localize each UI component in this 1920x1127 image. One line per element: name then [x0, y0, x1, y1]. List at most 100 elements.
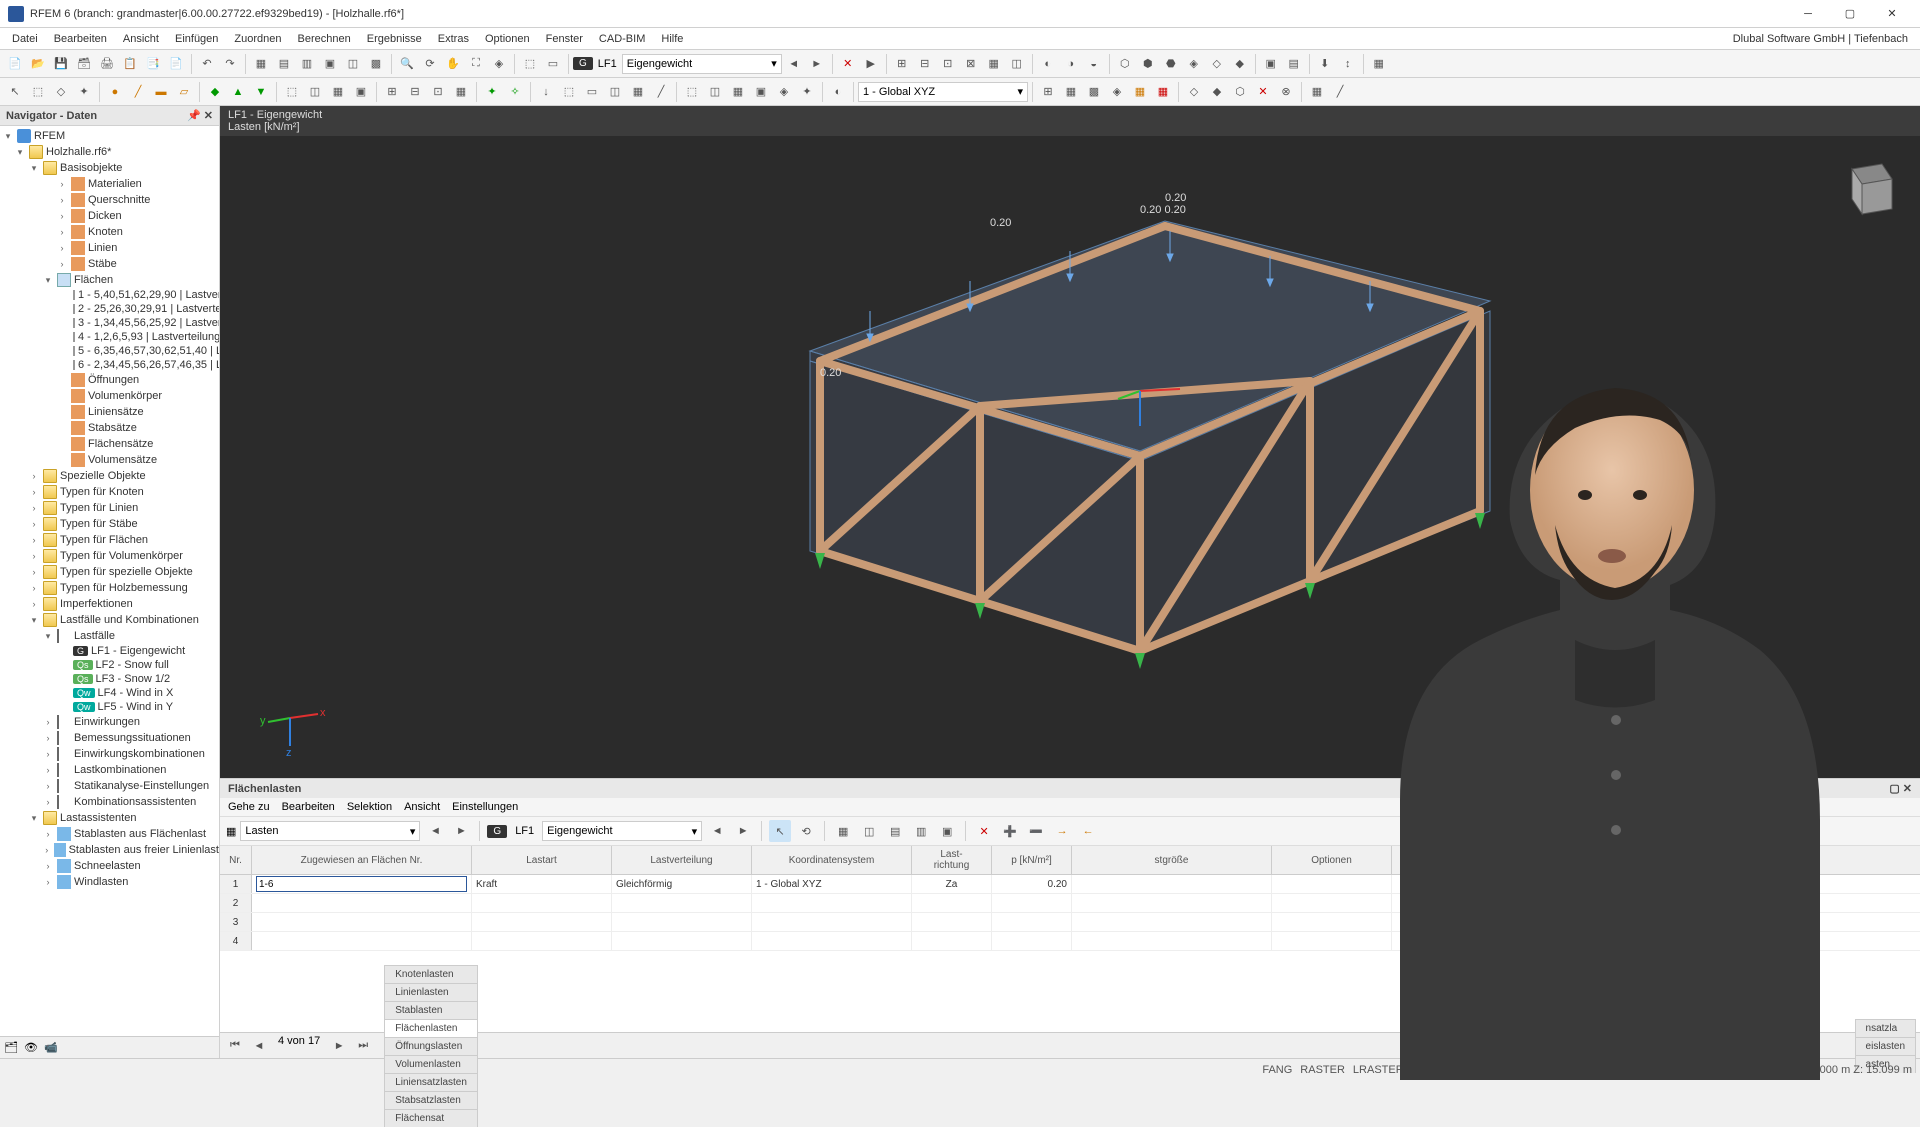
- table-tab[interactable]: eislasten: [1855, 1037, 1916, 1055]
- col-lastvert[interactable]: Lastverteilung: [612, 846, 752, 874]
- table-row[interactable]: 2: [220, 894, 1920, 913]
- t15-icon[interactable]: ◆: [1229, 53, 1251, 75]
- copy-icon[interactable]: 📄: [165, 53, 187, 75]
- col-dir[interactable]: Last- richtung: [912, 846, 992, 874]
- tree-item[interactable]: 4 - 1,2,6,5,93 | Lastverteilung | Eb: [0, 330, 219, 344]
- w2-icon[interactable]: ◆: [1206, 81, 1228, 103]
- assign-input[interactable]: [256, 876, 467, 892]
- table-tab[interactable]: Flächensat: [384, 1109, 478, 1127]
- s6-icon[interactable]: ✦: [796, 81, 818, 103]
- t7-icon[interactable]: ◐: [1037, 53, 1059, 75]
- tree-item[interactable]: 5 - 6,35,46,57,30,62,51,40 | Lastve: [0, 344, 219, 358]
- tree-item[interactable]: Flächensätze: [0, 436, 219, 452]
- w5-icon[interactable]: ⊗: [1275, 81, 1297, 103]
- surf-icon[interactable]: ▱: [173, 81, 195, 103]
- table-menu-goto[interactable]: Gehe zu: [228, 801, 270, 813]
- nav-close-icon[interactable]: ✕: [204, 110, 213, 122]
- table-menu-sel[interactable]: Selektion: [347, 801, 392, 813]
- tree-item[interactable]: Volumenkörper: [0, 388, 219, 404]
- r6-icon[interactable]: ╱: [650, 81, 672, 103]
- tb5-icon[interactable]: ▣: [936, 820, 958, 842]
- s3-icon[interactable]: ▦: [727, 81, 749, 103]
- tree-item[interactable]: ›Typen für Knoten: [0, 484, 219, 500]
- v6-icon[interactable]: ▦: [1152, 81, 1174, 103]
- fit-icon[interactable]: ⛶: [465, 53, 487, 75]
- col-cs[interactable]: Koordinatensystem: [752, 846, 912, 874]
- nav-view2-icon[interactable]: 👁: [24, 1041, 38, 1054]
- w3-icon[interactable]: ⬡: [1229, 81, 1251, 103]
- open-icon[interactable]: 📂: [27, 53, 49, 75]
- r5-icon[interactable]: ▦: [627, 81, 649, 103]
- viewport-3d[interactable]: LF1 - Eigengewicht Lasten [kN/m²]: [220, 106, 1920, 778]
- table-tab[interactable]: Stablasten: [384, 1001, 478, 1019]
- print-icon[interactable]: 🖨: [96, 53, 118, 75]
- tree-item[interactable]: 6 - 2,34,45,56,26,57,46,35 | Lastve: [0, 358, 219, 372]
- t6-icon[interactable]: ◫: [1006, 53, 1028, 75]
- loadcase-combo[interactable]: Eigengewicht▾: [622, 54, 782, 74]
- tree-item[interactable]: ›Typen für Linien: [0, 500, 219, 516]
- tree-item[interactable]: ›Stäbe: [0, 256, 219, 272]
- table-tab[interactable]: Liniensatzlasten: [384, 1073, 478, 1091]
- t9-icon[interactable]: ◒: [1083, 53, 1105, 75]
- calc-icon[interactable]: ✕: [837, 53, 859, 75]
- t8-icon[interactable]: ◑: [1060, 53, 1082, 75]
- table-row[interactable]: 3: [220, 913, 1920, 932]
- navigator-tree[interactable]: ▾RFEM ▾Holzhalle.rf6* ▾Basisobjekte ›Mat…: [0, 126, 219, 1036]
- tree-item[interactable]: ›Knoten: [0, 224, 219, 240]
- menu-fenster[interactable]: Fenster: [538, 31, 591, 47]
- v3-icon[interactable]: ▩: [1083, 81, 1105, 103]
- menu-hilfe[interactable]: Hilfe: [653, 31, 691, 47]
- table-lfprev-icon[interactable]: ◄: [706, 820, 728, 842]
- sel2-icon[interactable]: ⬚: [27, 81, 49, 103]
- table-menu-edit[interactable]: Bearbeiten: [282, 801, 335, 813]
- o3-icon[interactable]: ▦: [327, 81, 349, 103]
- col-assign[interactable]: Zugewiesen an Flächen Nr.: [252, 846, 472, 874]
- tree-item[interactable]: ›Dicken: [0, 208, 219, 224]
- tree-item[interactable]: ›Spezielle Objekte: [0, 468, 219, 484]
- report-icon[interactable]: 📑: [142, 53, 164, 75]
- table-tab[interactable]: Flächenlasten: [384, 1019, 478, 1037]
- table-tab[interactable]: Öffnungslasten: [384, 1037, 478, 1055]
- tree-item[interactable]: ›Statikanalyse-Einstellungen: [0, 778, 219, 794]
- tab-last-icon[interactable]: ⏭: [352, 1035, 374, 1057]
- table-lfnext-icon[interactable]: ►: [732, 820, 754, 842]
- maximize-button[interactable]: ▢: [1830, 3, 1870, 25]
- sel-icon[interactable]: ↖: [4, 81, 26, 103]
- tb1-icon[interactable]: ▦: [832, 820, 854, 842]
- table-tab[interactable]: Stabsatzlasten: [384, 1091, 478, 1109]
- tree-item[interactable]: ›Typen für Flächen: [0, 532, 219, 548]
- menu-einfuegen[interactable]: Einfügen: [167, 31, 226, 47]
- calc2-icon[interactable]: ▶: [860, 53, 882, 75]
- view2-icon[interactable]: ▤: [273, 53, 295, 75]
- t5-icon[interactable]: ▦: [983, 53, 1005, 75]
- saveall-icon[interactable]: 🗃: [73, 53, 95, 75]
- tree-item[interactable]: 3 - 1,34,45,56,25,92 | Lastverteilung: [0, 316, 219, 330]
- menu-extras[interactable]: Extras: [430, 31, 477, 47]
- v1-icon[interactable]: ⊞: [1037, 81, 1059, 103]
- o4-icon[interactable]: ▣: [350, 81, 372, 103]
- r4-icon[interactable]: ◫: [604, 81, 626, 103]
- g1-icon[interactable]: ◆: [204, 81, 226, 103]
- iso-icon[interactable]: ◈: [488, 53, 510, 75]
- save-icon[interactable]: 💾: [50, 53, 72, 75]
- u1-icon[interactable]: ◐: [827, 81, 849, 103]
- x1-icon[interactable]: ▦: [1306, 81, 1328, 103]
- v5-icon[interactable]: ▦: [1129, 81, 1151, 103]
- tree-loadcase[interactable]: QsLF3 - Snow 1/2: [0, 672, 219, 686]
- member-icon[interactable]: ▬: [150, 81, 172, 103]
- add-icon[interactable]: ➕: [999, 820, 1021, 842]
- menu-ansicht[interactable]: Ansicht: [115, 31, 167, 47]
- lf-prev-icon[interactable]: ◄: [783, 53, 805, 75]
- t12-icon[interactable]: ⬣: [1160, 53, 1182, 75]
- tb3-icon[interactable]: ▤: [884, 820, 906, 842]
- minimize-button[interactable]: ─: [1788, 3, 1828, 25]
- v4-icon[interactable]: ◈: [1106, 81, 1128, 103]
- menu-optionen[interactable]: Optionen: [477, 31, 538, 47]
- r2-icon[interactable]: ⬚: [558, 81, 580, 103]
- menu-berechnen[interactable]: Berechnen: [290, 31, 359, 47]
- t13-icon[interactable]: ◈: [1183, 53, 1205, 75]
- t3-icon[interactable]: ⊡: [937, 53, 959, 75]
- show2-icon[interactable]: ▭: [542, 53, 564, 75]
- tree-item[interactable]: Liniensätze: [0, 404, 219, 420]
- t10-icon[interactable]: ⬡: [1114, 53, 1136, 75]
